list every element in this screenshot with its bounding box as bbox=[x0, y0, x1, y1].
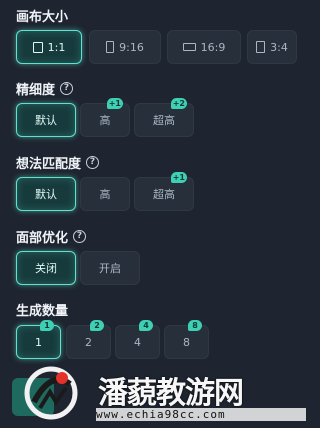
face-opt-title: 面部优化 ? bbox=[16, 227, 87, 246]
ratio-16-9-button[interactable]: 16:9 bbox=[167, 30, 241, 64]
watermark-title: 潘藐教游网 bbox=[98, 376, 244, 411]
count-8-button[interactable]: 8 8 bbox=[164, 320, 209, 359]
watermark: 潘藐教游网 www.echia98cc.com bbox=[0, 358, 311, 428]
ratio-1-1-button[interactable]: 1:1 bbox=[16, 30, 82, 64]
square-ratio-icon bbox=[32, 41, 43, 53]
landscape-ratio-icon bbox=[182, 43, 196, 51]
detail-title: 精细度 ? bbox=[16, 79, 74, 98]
detail-ultra-button[interactable]: 超高 +2 bbox=[134, 98, 194, 137]
help-icon[interactable]: ? bbox=[73, 230, 87, 243]
gen-count-title: 生成数量 bbox=[16, 304, 69, 319]
count-2-button[interactable]: 2 2 bbox=[66, 320, 111, 359]
count-4-button[interactable]: 4 4 bbox=[115, 320, 160, 359]
cost-badge: 8 bbox=[188, 320, 202, 331]
help-icon[interactable]: ? bbox=[60, 82, 74, 95]
detail-high-button[interactable]: 高 +1 bbox=[80, 98, 130, 137]
ratio-3-4-button[interactable]: 3:4 bbox=[247, 30, 297, 64]
cost-badge: +1 bbox=[170, 172, 187, 183]
cost-badge: +1 bbox=[106, 98, 123, 109]
count-1-button[interactable]: 1 1 bbox=[16, 320, 61, 359]
cost-badge: +2 bbox=[170, 98, 187, 109]
ratio-9-16-button[interactable]: 9:16 bbox=[89, 30, 161, 64]
detail-default-button[interactable]: 默认 bbox=[16, 103, 76, 137]
idea-high-button[interactable]: 高 bbox=[80, 177, 130, 211]
portrait-ratio-icon bbox=[256, 41, 266, 53]
idea-ultra-button[interactable]: 超高 +1 bbox=[134, 172, 194, 211]
cost-badge: 2 bbox=[90, 320, 104, 331]
face-on-button[interactable]: 开启 bbox=[80, 251, 140, 285]
idea-match-title: 想法匹配度 ? bbox=[16, 153, 100, 172]
portrait-ratio-icon bbox=[106, 41, 115, 53]
cost-badge: 1 bbox=[40, 320, 54, 331]
canvas-size-title: 画布大小 bbox=[16, 10, 69, 25]
help-icon[interactable]: ? bbox=[86, 156, 100, 169]
watermark-url: www.echia98cc.com bbox=[96, 408, 306, 421]
cost-badge: 4 bbox=[139, 320, 153, 331]
watermark-logo-icon bbox=[24, 366, 78, 420]
idea-default-button[interactable]: 默认 bbox=[16, 177, 76, 211]
face-off-button[interactable]: 关闭 bbox=[16, 251, 76, 285]
